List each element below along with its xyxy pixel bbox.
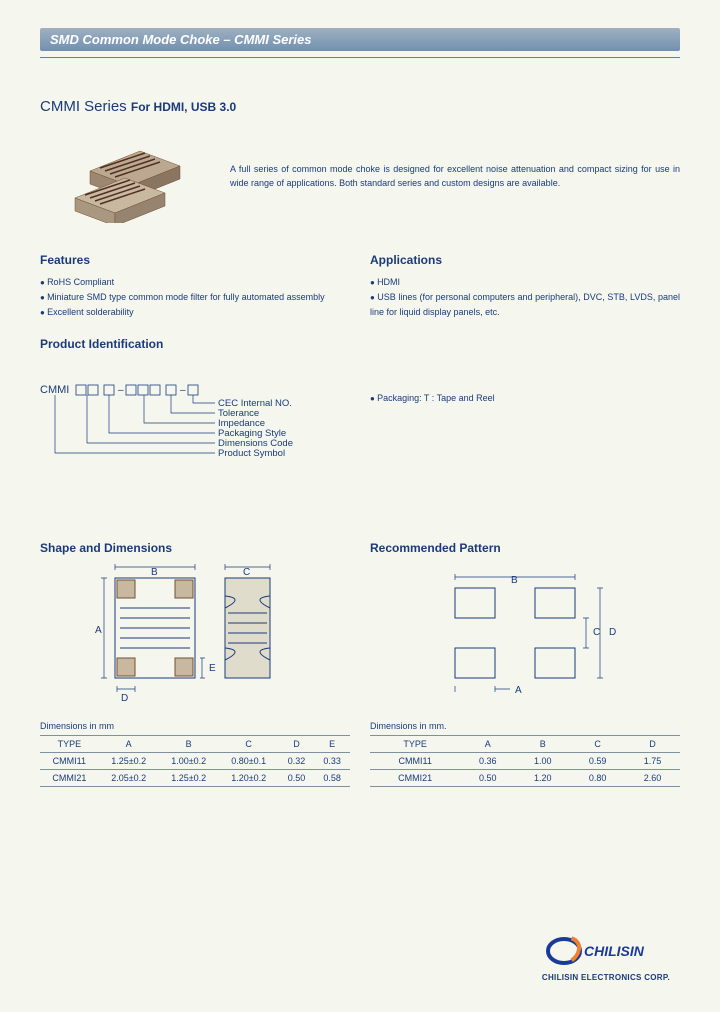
pattern-heading: Recommended Pattern [370, 541, 680, 555]
table-header: D [625, 736, 680, 753]
table-cell: 0.58 [314, 770, 350, 787]
series-for: For HDMI, USB 3.0 [131, 100, 236, 114]
table-cell: 1.20 [515, 770, 570, 787]
svg-text:D: D [121, 693, 128, 704]
table-cell: 0.50 [460, 770, 515, 787]
logo-brand: CHILISIN [584, 943, 645, 959]
table-cell: 0.59 [570, 753, 625, 770]
svg-text:B: B [511, 575, 518, 586]
table-header: B [159, 736, 219, 753]
table-row: CMMI111.25±0.21.00±0.20.80±0.10.320.33 [40, 753, 350, 770]
svg-text:A: A [515, 685, 522, 696]
product-id-diagram: CMMI – – [40, 381, 350, 511]
table-header: A [99, 736, 159, 753]
pattern-diagram: B C D A [370, 563, 680, 713]
feature-item: RoHS Compliant [40, 275, 350, 290]
table-cell: 1.20±0.2 [219, 770, 279, 787]
table-header: B [515, 736, 570, 753]
svg-text:–: – [180, 385, 186, 396]
table-header: C [570, 736, 625, 753]
application-item: USB lines (for personal computers and pe… [370, 290, 680, 319]
dimensions-table-2: TYPEABCD CMMI110.361.000.591.75CMMI210.5… [370, 735, 680, 787]
table-cell: CMMI11 [370, 753, 460, 770]
packaging-note: Packaging: T : Tape and Reel [370, 391, 680, 406]
application-item: HDMI [370, 275, 680, 290]
company-logo-area: CHILISIN CHILISIN ELECTRONICS CORP. [542, 936, 670, 982]
table-cell: 1.25±0.2 [99, 753, 159, 770]
table-cell: 0.32 [279, 753, 315, 770]
table-cell: 0.36 [460, 753, 515, 770]
pid-prefix: CMMI [40, 384, 69, 396]
table-cell: 2.05±0.2 [99, 770, 159, 787]
svg-text:D: D [609, 627, 616, 638]
table-cell: CMMI21 [40, 770, 99, 787]
table-row: CMMI110.361.000.591.75 [370, 753, 680, 770]
table-cell: CMMI11 [40, 753, 99, 770]
feature-item: Miniature SMD type common mode filter fo… [40, 290, 350, 305]
table-cell: 1.00 [515, 753, 570, 770]
svg-text:C: C [593, 627, 600, 638]
header-rule [40, 57, 680, 58]
table-cell: 2.60 [625, 770, 680, 787]
table-header: A [460, 736, 515, 753]
table-header: TYPE [40, 736, 99, 753]
applications-list: HDMI USB lines (for personal computers a… [370, 275, 680, 319]
table-header: C [219, 736, 279, 753]
table-cell: 0.50 [279, 770, 315, 787]
table-cell: 0.80 [570, 770, 625, 787]
dimensions-table-1: TYPEABCDE CMMI111.25±0.21.00±0.20.80±0.1… [40, 735, 350, 787]
table-cell: 0.80±0.1 [219, 753, 279, 770]
doc-header-bar: SMD Common Mode Choke – CMMI Series [40, 28, 680, 51]
product-description: A full series of common mode choke is de… [230, 133, 680, 223]
table-header: D [279, 736, 315, 753]
svg-text:C: C [243, 567, 250, 578]
table-header: E [314, 736, 350, 753]
chilisin-logo-icon: CHILISIN [546, 936, 666, 966]
series-title: CMMI Series For HDMI, USB 3.0 [40, 98, 680, 115]
shape-diagram: B A D E C [40, 563, 350, 713]
packaging-note-list: Packaging: T : Tape and Reel [370, 369, 680, 406]
product-image [70, 133, 200, 223]
series-name: CMMI Series [40, 98, 127, 115]
svg-text:B: B [151, 567, 158, 578]
table-cell: 1.75 [625, 753, 680, 770]
table-header: TYPE [370, 736, 460, 753]
table-cell: CMMI21 [370, 770, 460, 787]
shape-heading: Shape and Dimensions [40, 541, 350, 555]
pid-label: Product Symbol [218, 448, 285, 459]
feature-item: Excellent solderability [40, 305, 350, 320]
dim1-caption: Dimensions in mm [40, 721, 350, 731]
svg-text:E: E [209, 663, 216, 674]
svg-text:–: – [118, 385, 124, 396]
company-name: CHILISIN ELECTRONICS CORP. [542, 973, 670, 982]
dim2-caption: Dimensions in mm. [370, 721, 680, 731]
applications-heading: Applications [370, 253, 680, 267]
svg-text:A: A [95, 625, 102, 636]
table-row: CMMI210.501.200.802.60 [370, 770, 680, 787]
table-cell: 1.25±0.2 [159, 770, 219, 787]
table-cell: 1.00±0.2 [159, 753, 219, 770]
table-row: CMMI212.05±0.21.25±0.21.20±0.20.500.58 [40, 770, 350, 787]
table-cell: 0.33 [314, 753, 350, 770]
product-id-heading: Product Identification [40, 337, 350, 351]
features-list: RoHS Compliant Miniature SMD type common… [40, 275, 350, 319]
features-heading: Features [40, 253, 350, 267]
doc-title: SMD Common Mode Choke – CMMI Series [50, 32, 311, 47]
